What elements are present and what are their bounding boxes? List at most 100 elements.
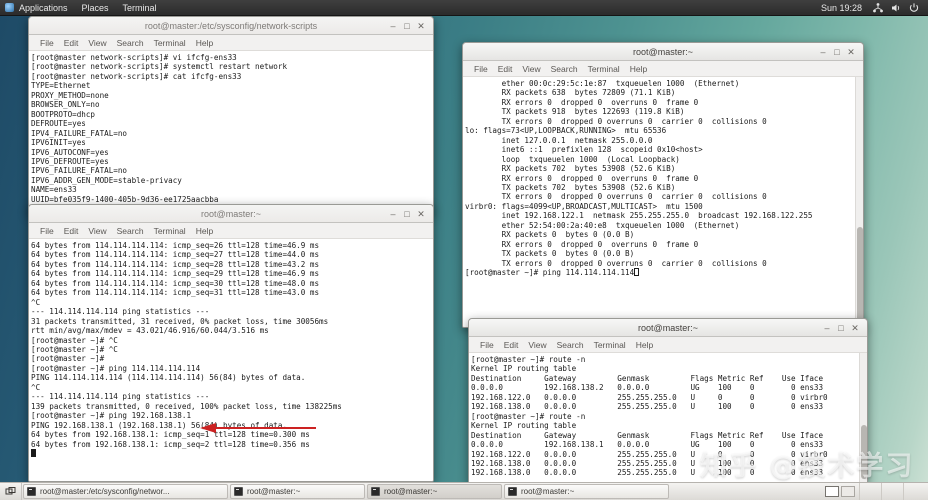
terminal-line: inet 192.168.122.1 netmask 255.255.255.0… xyxy=(465,211,813,221)
workspace-switcher[interactable] xyxy=(824,486,856,497)
maximize-button[interactable]: □ xyxy=(400,207,414,221)
menu-file[interactable]: File xyxy=(35,223,59,239)
close-button[interactable]: ✕ xyxy=(848,321,862,335)
terminal-line: 64 bytes from 192.168.138.1: icmp_seq=2 … xyxy=(31,439,310,449)
menu-edit[interactable]: Edit xyxy=(59,35,84,51)
window-title: root@master:~ xyxy=(201,208,261,219)
terminal-output[interactable]: 64 bytes from 114.114.114.114: icmp_seq=… xyxy=(29,239,433,481)
menu-file[interactable]: File xyxy=(469,61,493,77)
terminal-icon xyxy=(234,487,243,496)
menu-file[interactable]: File xyxy=(35,35,59,51)
network-icon[interactable] xyxy=(872,2,884,14)
minimize-button[interactable]: – xyxy=(816,45,830,59)
scrollbar-thumb[interactable] xyxy=(861,424,867,480)
menu-help[interactable]: Help xyxy=(625,61,652,77)
menu-view[interactable]: View xyxy=(523,337,551,353)
taskbar-button[interactable]: root@master:~ xyxy=(230,484,365,499)
titlebar[interactable]: root@master:/etc/sysconfig/network-scrip… xyxy=(29,17,433,35)
window-route[interactable]: root@master:~ – □ ✕ File Edit View Searc… xyxy=(468,318,868,484)
window-network-scripts[interactable]: root@master:/etc/sysconfig/network-scrip… xyxy=(28,16,434,214)
minimize-button[interactable]: – xyxy=(386,207,400,221)
terminal-icon xyxy=(508,487,517,496)
terminal-line: 64 bytes from 114.114.114.114: icmp_seq=… xyxy=(31,288,320,298)
menu-view[interactable]: View xyxy=(83,35,111,51)
terminal-line: [root@master ~]# route -n xyxy=(471,355,586,364)
menu-search[interactable]: Search xyxy=(112,223,149,239)
power-icon[interactable] xyxy=(908,2,920,14)
terminal-line: 192.168.122.0 0.0.0.0 255.255.255.0 U 0 … xyxy=(471,392,828,402)
taskbar-button[interactable]: root@master:/etc/sysconfig/networ... xyxy=(23,484,228,499)
volume-icon[interactable] xyxy=(890,2,902,14)
terminal-line: RX packets 0 bytes 0 (0.0 B) xyxy=(465,230,635,240)
menu-search[interactable]: Search xyxy=(546,61,583,77)
tray-slot-1[interactable] xyxy=(859,482,881,500)
terminal-line: inet 127.0.0.1 netmask 255.0.0.0 xyxy=(465,135,653,145)
taskbar-button[interactable]: root@master:~ xyxy=(504,484,669,499)
tray-slot-2[interactable] xyxy=(881,482,903,500)
terminal-line: IPV6_FAILURE_FATAL=no xyxy=(31,166,128,176)
menu-edit[interactable]: Edit xyxy=(499,337,524,353)
maximize-button[interactable]: □ xyxy=(400,19,414,33)
menu-help[interactable]: Help xyxy=(631,337,658,353)
workspace-1[interactable] xyxy=(825,486,839,497)
menu-help[interactable]: Help xyxy=(191,223,218,239)
menu-help[interactable]: Help xyxy=(191,35,218,51)
terminal-line: ether 52:54:00:2a:40:e8 txqueuelen 1000 … xyxy=(465,220,740,230)
terminal-line: PING 114.114.114.114 (114.114.114.114) 5… xyxy=(31,373,306,383)
scrollbar-thumb[interactable] xyxy=(857,227,863,322)
workspace-2[interactable] xyxy=(841,486,855,497)
terminal-line: [root@master ~]# ping 114.114.114.114 xyxy=(465,268,863,277)
terminal-line: 0.0.0.0 192.168.138.1 0.0.0.0 UG 100 0 0… xyxy=(471,440,824,450)
window-ifconfig[interactable]: root@master:~ – □ ✕ File Edit View Searc… xyxy=(462,42,864,328)
terminal-line: IPV6_DEFROUTE=yes xyxy=(31,156,109,166)
terminal-line: ^C xyxy=(31,297,41,307)
menu-terminal[interactable]: Terminal xyxy=(583,61,625,77)
window-controls: – □ ✕ xyxy=(386,207,433,221)
taskbar-button-label: root@master:~ xyxy=(247,487,301,496)
menu-applications[interactable]: Applications xyxy=(12,0,75,16)
terminal-line: TX errors 0 dropped 0 overruns 0 carrier… xyxy=(465,116,767,126)
menu-edit[interactable]: Edit xyxy=(493,61,518,77)
menu-terminal[interactable]: Terminal xyxy=(589,337,631,353)
tray-slot-3[interactable] xyxy=(903,482,925,500)
menu-places[interactable]: Places xyxy=(75,0,116,16)
menu-search[interactable]: Search xyxy=(552,337,589,353)
terminal-output[interactable]: ether 00:0c:29:5c:1e:87 txqueuelen 1000 … xyxy=(463,77,863,327)
close-button[interactable]: ✕ xyxy=(414,207,428,221)
taskbar-button[interactable]: root@master:~ xyxy=(367,484,502,499)
terminal-line: NAME=ens33 xyxy=(31,185,77,195)
menu-terminal[interactable]: Terminal xyxy=(116,0,164,16)
menu-view[interactable]: View xyxy=(83,223,111,239)
titlebar[interactable]: root@master:~ – □ ✕ xyxy=(469,319,867,337)
menu-file[interactable]: File xyxy=(475,337,499,353)
close-button[interactable]: ✕ xyxy=(414,19,428,33)
close-button[interactable]: ✕ xyxy=(844,45,858,59)
terminal-line xyxy=(31,448,433,458)
vertical-scrollbar[interactable] xyxy=(859,353,867,483)
terminal-line: loop txqueuelen 1000 (Local Loopback) xyxy=(465,154,680,164)
terminal-output[interactable]: [root@master ~]# route -n Kernel IP routi… xyxy=(469,353,867,483)
maximize-button[interactable]: □ xyxy=(834,321,848,335)
terminal-line: Kernel IP routing table xyxy=(471,421,577,431)
menu-terminal[interactable]: Terminal xyxy=(149,223,191,239)
window-controls: – □ ✕ xyxy=(820,321,867,335)
menu-terminal[interactable]: Terminal xyxy=(149,35,191,51)
window-controls: – □ ✕ xyxy=(386,19,433,33)
show-desktop-icon[interactable] xyxy=(0,482,22,500)
terminal-line: --- 114.114.114.114 ping statistics --- xyxy=(31,307,210,317)
titlebar[interactable]: root@master:~ – □ ✕ xyxy=(29,205,433,223)
task-list: root@master:/etc/sysconfig/networ... root… xyxy=(22,484,824,499)
menu-edit[interactable]: Edit xyxy=(59,223,84,239)
vertical-scrollbar[interactable] xyxy=(855,77,863,327)
terminal-line: Destination Gateway Genmask Flags Metric… xyxy=(471,430,824,440)
minimize-button[interactable]: – xyxy=(820,321,834,335)
terminal-line: PROXY_METHOD=none xyxy=(31,90,109,100)
menu-search[interactable]: Search xyxy=(112,35,149,51)
menu-view[interactable]: View xyxy=(517,61,545,77)
clock[interactable]: Sun 19:28 xyxy=(814,0,869,16)
maximize-button[interactable]: □ xyxy=(830,45,844,59)
window-ping[interactable]: root@master:~ – □ ✕ File Edit View Searc… xyxy=(28,204,434,482)
terminal-output[interactable]: [root@master network-scripts]# vi ifcfg-… xyxy=(29,51,433,213)
minimize-button[interactable]: – xyxy=(386,19,400,33)
titlebar[interactable]: root@master:~ – □ ✕ xyxy=(463,43,863,61)
